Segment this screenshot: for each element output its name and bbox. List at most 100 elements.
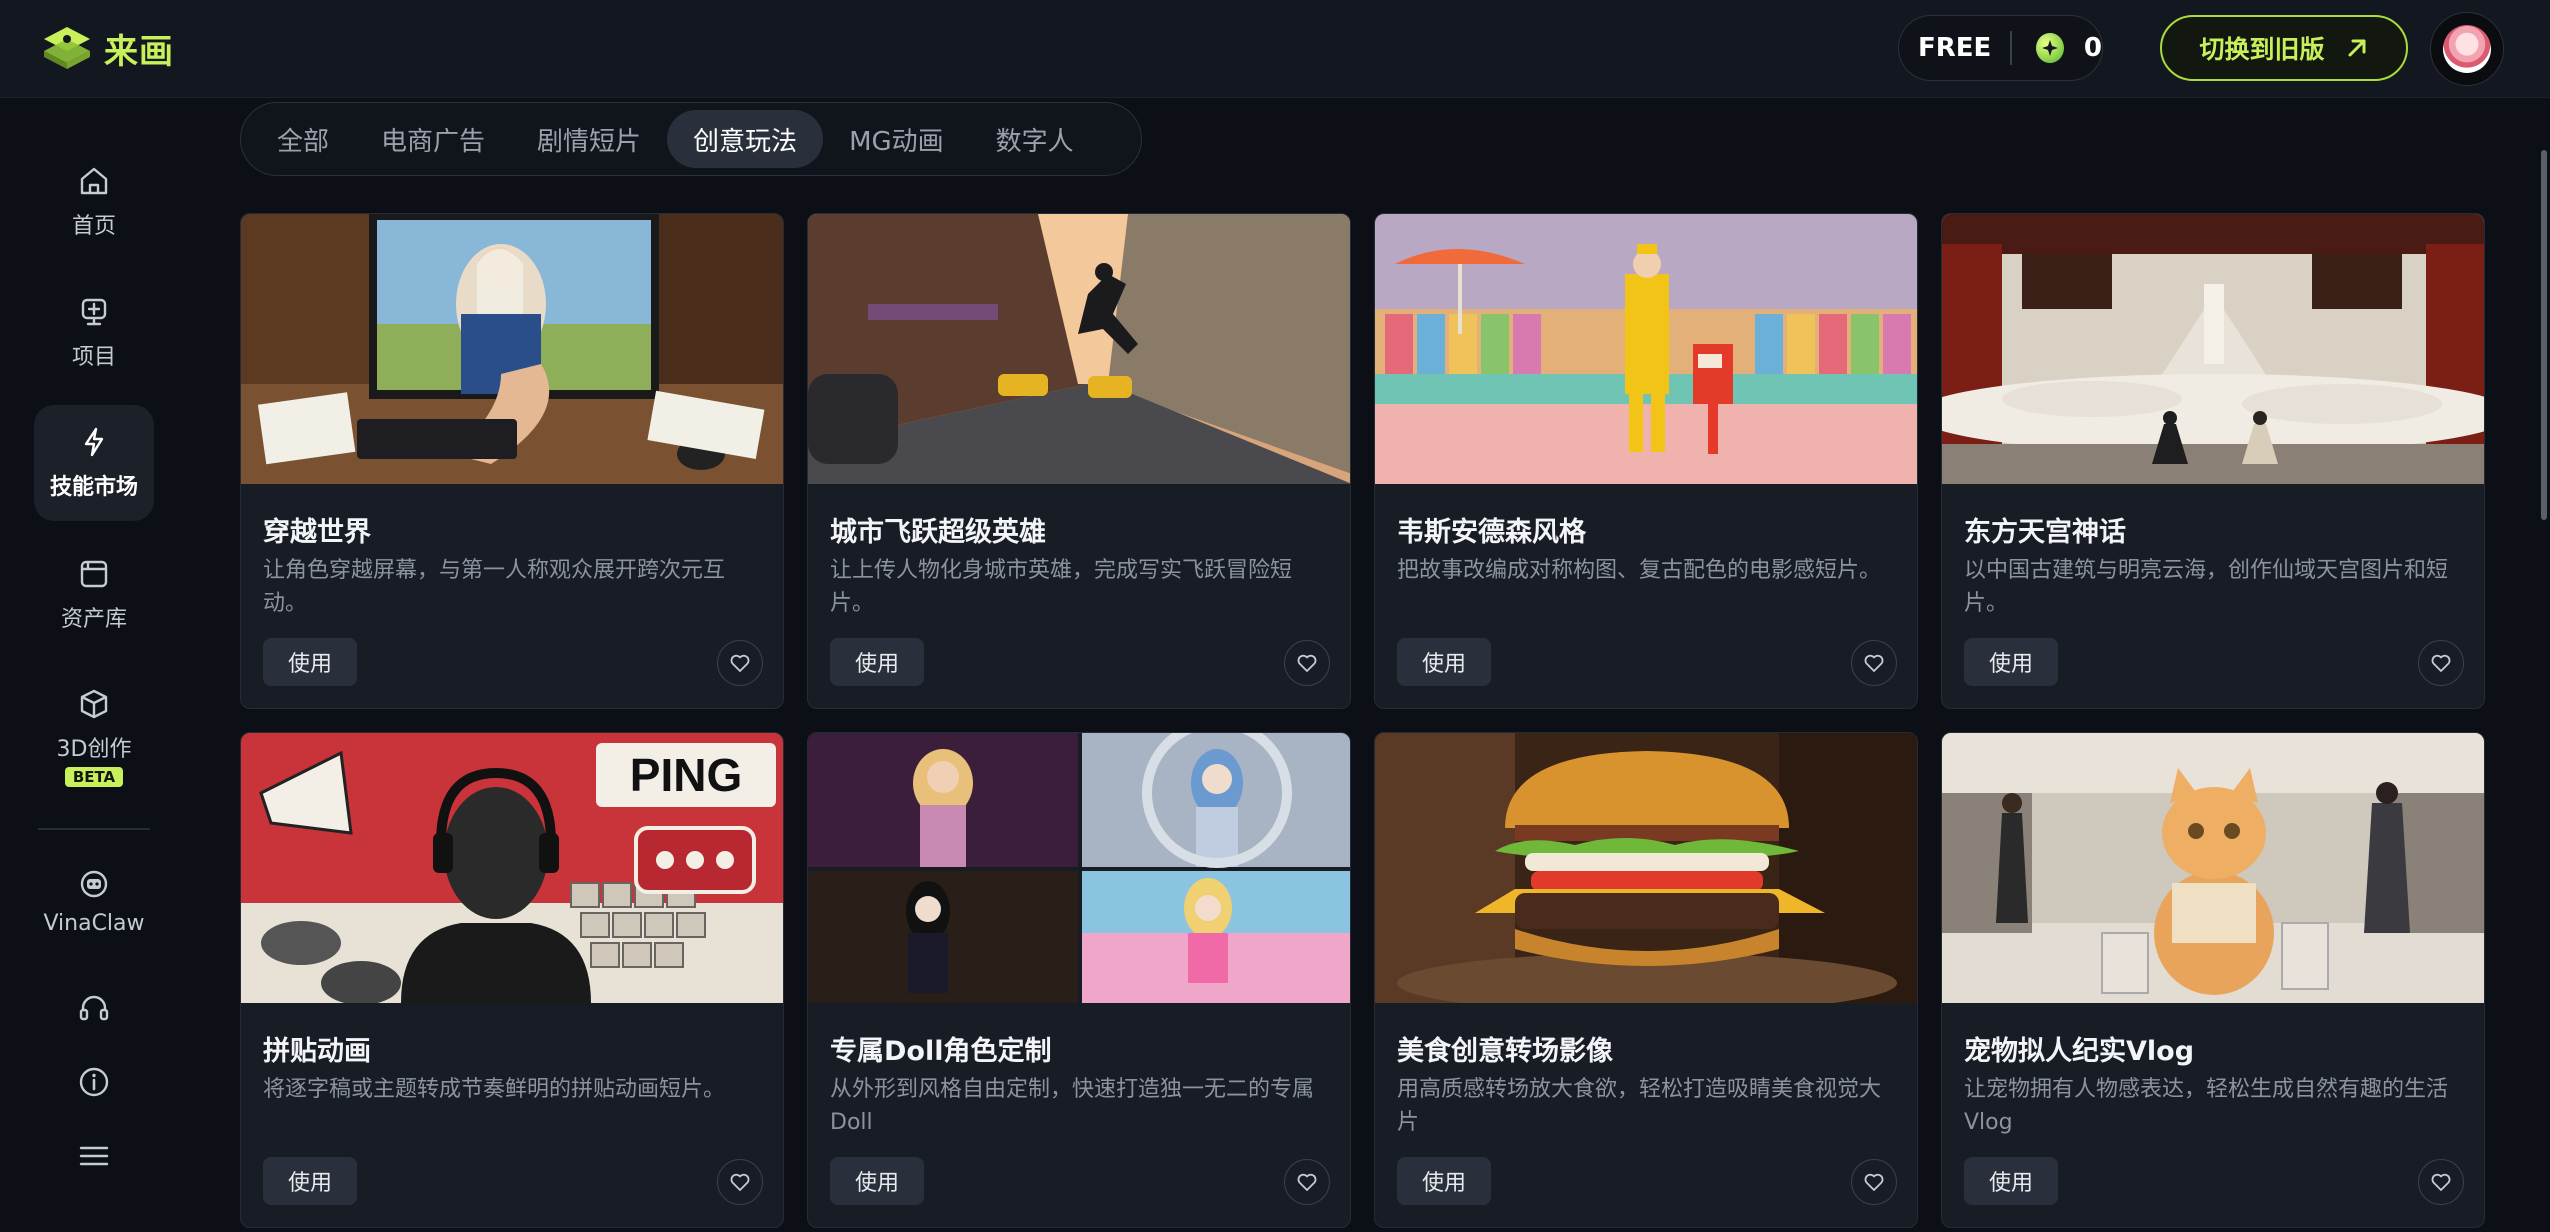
skill-card[interactable]: 穿越世界 让角色穿越屏幕，与第一人称观众展开跨次元互动。 使用 [240, 213, 784, 709]
heart-icon [1297, 1173, 1317, 1191]
card-title: 宠物拟人纪实Vlog [1964, 1036, 2195, 1067]
switch-old-version-button[interactable]: 切换到旧版 [2160, 15, 2408, 81]
divider [2010, 31, 2013, 65]
favorite-button[interactable] [717, 640, 763, 686]
sidebar-item-label: 资产库 [60, 607, 127, 632]
headset-icon[interactable] [77, 991, 111, 1025]
tab-creative-play[interactable]: 创意玩法 [667, 110, 824, 168]
use-button[interactable]: 使用 [263, 638, 357, 686]
card-title: 专属Doll角色定制 [830, 1036, 1052, 1067]
bot-icon [80, 870, 108, 897]
skill-card[interactable]: 美食创意转场影像 用高质感转场放大食欲，轻松打造吸睛美食视觉大片 使用 [1374, 732, 1918, 1228]
sidebar-item-projects[interactable]: 项目 [34, 275, 154, 391]
favorite-button[interactable] [1284, 640, 1330, 686]
card-thumbnail [808, 214, 1350, 484]
tab-all[interactable]: 全部 [251, 110, 355, 168]
card-thumbnail [1942, 214, 2484, 484]
card-title: 城市飞跃超级英雄 [830, 517, 1046, 548]
switch-old-version-label: 切换到旧版 [2199, 35, 2325, 64]
heart-icon [2431, 1173, 2451, 1191]
card-description: 把故事改编成对称构图、复古配色的电影感短片。 [1397, 558, 1882, 583]
card-title: 东方天宫神话 [1964, 517, 2126, 548]
skill-card[interactable]: 宠物拟人纪实Vlog 让宠物拥有人物感表达，轻松生成自然有趣的生活Vlog 使用 [1941, 732, 2485, 1228]
category-tabs: 全部 电商广告 剧情短片 创意玩法 MG动画 数字人 [240, 102, 1142, 176]
use-button[interactable]: 使用 [1964, 638, 2058, 686]
top-bar: 来画 FREE 0 切换到旧版 [0, 0, 2550, 98]
menu-icon[interactable] [77, 1139, 111, 1173]
credit-count: 0 [2083, 33, 2102, 63]
card-title: 美食创意转场影像 [1397, 1036, 1613, 1067]
use-button[interactable]: 使用 [1964, 1157, 2058, 1205]
heart-icon [1864, 654, 1884, 672]
card-description: 将逐字稿或主题转成节奏鲜明的拼贴动画短片。 [263, 1077, 726, 1102]
credit-coin-icon [2036, 33, 2064, 63]
use-button[interactable]: 使用 [830, 1157, 924, 1205]
card-thumbnail [1375, 733, 1917, 1003]
sidebar-item-asset-library[interactable]: 资产库 [34, 537, 154, 653]
card-thumbnail [1375, 214, 1917, 484]
heart-icon [2431, 654, 2451, 672]
skill-card[interactable]: PING 拼贴动画 将逐字稿或主题转成节奏鲜明的拼贴动画短片。 使用 [240, 732, 784, 1228]
card-description: 用高质感转场放大食欲，轻松打造吸睛美食视觉大片 [1397, 1077, 1882, 1135]
card-title: 拼贴动画 [263, 1036, 371, 1067]
card-title: 韦斯安德森风格 [1397, 517, 1586, 548]
credits-panel[interactable]: FREE 0 [1898, 15, 2103, 81]
tab-short-drama[interactable]: 剧情短片 [511, 110, 667, 168]
sidebar-item-label: 首页 [71, 214, 116, 239]
use-button[interactable]: 使用 [1397, 1157, 1491, 1205]
heart-icon [730, 654, 750, 672]
card-description: 从外形到风格自由定制，快速打造独一无二的专属Doll [830, 1077, 1315, 1135]
avatar [2443, 25, 2491, 73]
home-icon [80, 167, 108, 195]
skill-card[interactable]: 东方天宫神话 以中国古建筑与明亮云海，创作仙域天宫图片和短片。 使用 [1941, 213, 2485, 709]
plan-label: FREE [1917, 33, 1992, 63]
favorite-button[interactable] [1851, 1159, 1897, 1205]
card-thumbnail [241, 214, 783, 484]
card-description: 让宠物拥有人物感表达，轻松生成自然有趣的生活Vlog [1964, 1077, 2449, 1135]
card-title: 穿越世界 [263, 517, 371, 548]
asset-library-icon [80, 560, 108, 588]
project-icon [81, 298, 107, 326]
sidebar: 首页 项目 技能市场 资产库 3D创作 BETA VinaClaw [0, 99, 190, 1232]
cube-icon [80, 689, 108, 719]
info-icon[interactable] [77, 1065, 111, 1099]
logo[interactable]: 来画 [42, 22, 174, 74]
sidebar-item-vinaclaw[interactable]: VinaClaw [34, 843, 154, 959]
skill-card[interactable]: 城市飞跃超级英雄 让上传人物化身城市英雄，完成写实飞跃冒险短片。 使用 [807, 213, 1351, 709]
favorite-button[interactable] [2418, 1159, 2464, 1205]
beta-badge: BETA [64, 767, 124, 787]
use-button[interactable]: 使用 [1397, 638, 1491, 686]
collage-ping-text: PING [630, 749, 742, 801]
favorite-button[interactable] [2418, 640, 2464, 686]
heart-icon [1864, 1173, 1884, 1191]
use-button[interactable]: 使用 [263, 1157, 357, 1205]
scrollbar-thumb[interactable] [2541, 150, 2547, 520]
use-button[interactable]: 使用 [830, 638, 924, 686]
tab-digital-human[interactable]: 数字人 [970, 110, 1100, 168]
card-thumbnail [808, 733, 1350, 1003]
tab-ecommerce-ads[interactable]: 电商广告 [355, 110, 511, 168]
arrow-up-right-icon [2348, 39, 2365, 57]
sidebar-item-label: 技能市场 [49, 475, 138, 500]
card-description: 让角色穿越屏幕，与第一人称观众展开跨次元互动。 [263, 558, 726, 616]
skill-card[interactable]: 韦斯安德森风格 把故事改编成对称构图、复古配色的电影感短片。 使用 [1374, 213, 1918, 709]
card-thumbnail [1942, 733, 2484, 1003]
sidebar-item-label: 3D创作 [56, 737, 132, 762]
tab-mg-animation[interactable]: MG动画 [823, 110, 970, 168]
card-description: 让上传人物化身城市英雄，完成写实飞跃冒险短片。 [830, 558, 1293, 616]
sidebar-item-label: 项目 [71, 345, 116, 370]
favorite-button[interactable] [1851, 640, 1897, 686]
lightning-icon [84, 427, 104, 457]
skill-card[interactable]: 专属Doll角色定制 从外形到风格自由定制，快速打造独一无二的专属Doll 使用 [807, 732, 1351, 1228]
sidebar-item-3d-creation[interactable]: 3D创作 BETA [34, 667, 154, 807]
heart-icon [730, 1173, 750, 1191]
sidebar-divider [38, 828, 150, 830]
sidebar-item-skill-market[interactable]: 技能市场 [34, 405, 154, 521]
favorite-button[interactable] [1284, 1159, 1330, 1205]
logo-icon [44, 27, 90, 69]
sidebar-item-label: VinaClaw [43, 910, 145, 936]
favorite-button[interactable] [717, 1159, 763, 1205]
sidebar-item-home[interactable]: 首页 [34, 144, 154, 260]
user-avatar-button[interactable] [2430, 12, 2504, 86]
heart-icon [1297, 654, 1317, 672]
